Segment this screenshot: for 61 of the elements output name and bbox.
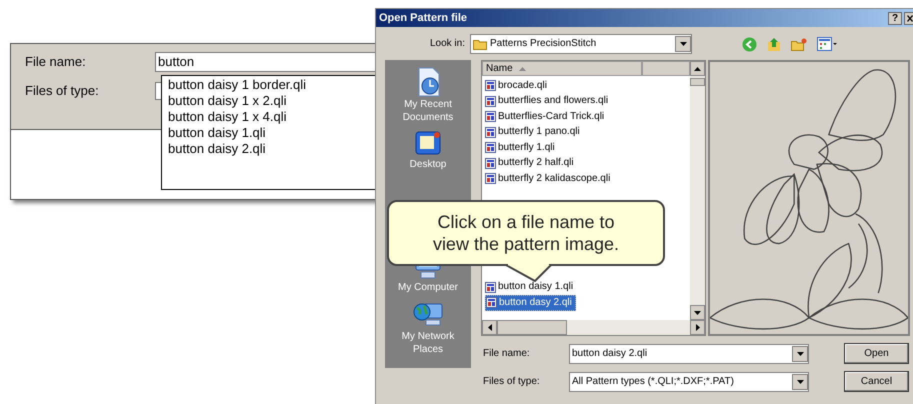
files-of-type-combobox[interactable]: All Pattern types (*.QLI;*.DXF;*.PAT)	[569, 372, 809, 392]
file-name-label: File name:	[482, 348, 531, 360]
places-item[interactable]: My Network Places	[388, 298, 468, 356]
view-menu-icon[interactable]	[817, 37, 837, 51]
caret-icon	[694, 66, 701, 70]
folder-icon	[473, 38, 487, 50]
files-of-type-label: Files of type:	[482, 376, 541, 388]
caret-icon	[694, 310, 701, 314]
scroll-thumb[interactable]	[497, 320, 567, 335]
places-label: Desktop	[410, 158, 446, 171]
file-icon	[485, 158, 496, 169]
file-row[interactable]: button daisy 1.qli	[485, 280, 576, 295]
file-name-label: File name:	[25, 53, 87, 72]
file-row[interactable]: butterfly 2 half.qli	[485, 156, 577, 171]
file-row[interactable]: brocade.qli	[485, 78, 550, 94]
file-row[interactable]: Butterflies-Card Trick.qli	[485, 109, 608, 124]
places-item[interactable]: Desktop	[388, 128, 468, 171]
file-icon	[485, 96, 496, 107]
file-row[interactable]: button dasy 2.qli	[485, 295, 576, 310]
file-icon	[485, 142, 496, 154]
file-icon	[485, 282, 496, 293]
dropdown-arrow-button[interactable]	[792, 346, 808, 362]
file-row[interactable]: butterflies and flowers.qli	[485, 94, 612, 109]
sort-ascending-icon	[518, 66, 526, 70]
file-name-value: button daisy 2.qli	[572, 348, 648, 360]
file-icon	[485, 126, 496, 138]
places-label: My Recent Documents	[402, 98, 454, 124]
files-of-type-value: All Pattern types (*.QLI;*.DXF;*.PAT)	[572, 376, 735, 388]
caret-icon	[680, 42, 686, 46]
file-icon	[485, 80, 496, 92]
back-icon[interactable]	[742, 36, 757, 52]
scroll-up-button[interactable]	[690, 61, 705, 76]
places-label: My Network Places	[400, 330, 456, 356]
look-in-value: Patterns PrecisionStitch	[490, 38, 598, 50]
file-row[interactable]: butterfly 1.qli	[485, 140, 558, 156]
open-button[interactable]: Open	[844, 343, 909, 364]
look-in-label: Look in:	[428, 38, 466, 50]
help-button[interactable]: ?	[888, 12, 902, 24]
files-of-type-label: Files of type:	[25, 82, 100, 100]
scroll-thumb[interactable]	[690, 78, 705, 86]
file-icon	[485, 111, 496, 122]
name-column-header[interactable]: Name	[482, 61, 642, 76]
close-icon[interactable]	[904, 12, 913, 24]
callout-text: Click on a file name to view the pattern image.	[432, 211, 620, 255]
caret-icon	[796, 352, 804, 356]
left-caret-icon[interactable]	[488, 324, 492, 331]
dropdown-arrow-button[interactable]	[792, 374, 808, 390]
new-folder-icon[interactable]	[791, 38, 807, 50]
places-label: My Computer	[398, 281, 458, 294]
look-in-combobox[interactable]: Patterns PrecisionStitch	[470, 34, 692, 54]
scroll-down-button[interactable]	[690, 305, 705, 320]
file-name-combobox[interactable]: button daisy 2.qli	[569, 344, 809, 364]
file-icon	[486, 297, 497, 308]
right-caret-icon[interactable]	[696, 324, 700, 331]
file-row[interactable]: butterfly 2 kalidascope.qli	[485, 171, 614, 186]
file-icon	[485, 173, 496, 184]
file-row[interactable]: butterfly 1 pano.qli	[485, 124, 583, 140]
window-title: Open Pattern file	[379, 12, 468, 24]
cancel-button[interactable]: Cancel	[844, 371, 909, 392]
dropdown-arrow-button[interactable]	[675, 36, 691, 52]
caret-icon	[796, 380, 804, 384]
